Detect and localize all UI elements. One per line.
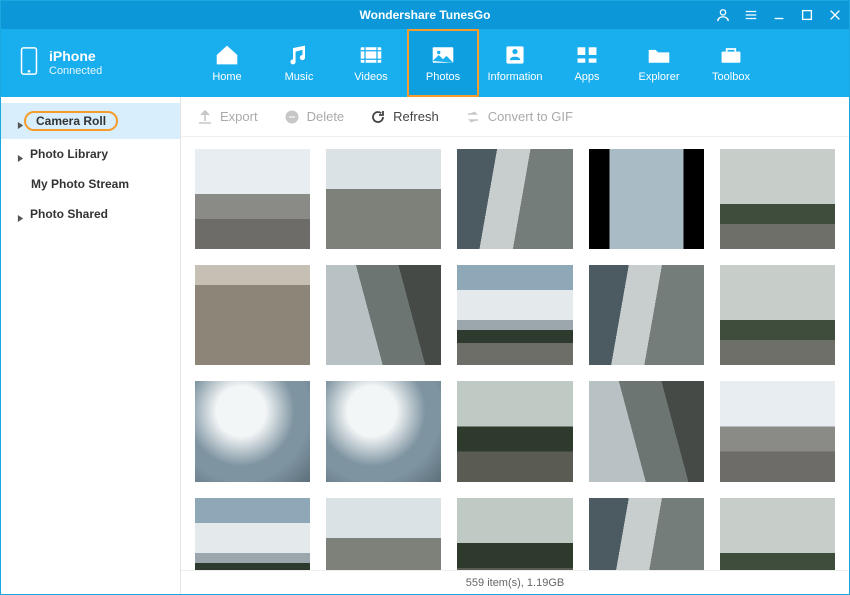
photo-thumbnail[interactable] xyxy=(195,498,310,570)
nav-tabs: Home Music Videos Photos Information App… xyxy=(181,29,849,97)
explorer-icon xyxy=(645,43,673,67)
sidebar-item-label: Photo Shared xyxy=(30,207,108,221)
sidebar-item-photo-library[interactable]: Photo Library xyxy=(1,139,180,169)
apps-icon xyxy=(573,43,601,67)
device-name: iPhone xyxy=(49,49,102,64)
tab-photos[interactable]: Photos xyxy=(407,29,479,97)
delete-button[interactable]: Delete xyxy=(284,109,345,125)
tab-label: Home xyxy=(212,71,241,83)
body: Camera Roll Photo Library My Photo Strea… xyxy=(1,97,849,594)
tab-information[interactable]: Information xyxy=(479,29,551,97)
photo-thumbnail[interactable] xyxy=(589,265,704,365)
chevron-right-icon xyxy=(17,118,24,125)
thumbnail-grid xyxy=(195,149,835,570)
photo-thumbnail[interactable] xyxy=(720,381,835,481)
home-icon xyxy=(213,43,241,67)
button-label: Export xyxy=(220,109,258,124)
sidebar-item-my-photo-stream[interactable]: My Photo Stream xyxy=(1,169,180,199)
photo-thumbnail[interactable] xyxy=(589,498,704,570)
refresh-button[interactable]: Refresh xyxy=(370,109,439,125)
app-title: Wondershare TunesGo xyxy=(360,8,491,22)
chevron-right-icon xyxy=(17,151,24,158)
convert-icon xyxy=(465,109,481,125)
music-icon xyxy=(285,43,313,67)
titlebar: Wondershare TunesGo xyxy=(1,1,849,29)
top-nav: iPhone Connected Home Music Videos Photo… xyxy=(1,29,849,97)
user-icon[interactable] xyxy=(715,7,731,23)
sidebar-item-photo-shared[interactable]: Photo Shared xyxy=(1,199,180,229)
photo-thumbnail[interactable] xyxy=(457,498,572,570)
thumbnail-grid-wrap xyxy=(181,137,849,570)
photo-thumbnail[interactable] xyxy=(457,381,572,481)
chevron-right-icon xyxy=(17,211,24,218)
photos-icon xyxy=(429,43,457,67)
photo-thumbnail[interactable] xyxy=(720,265,835,365)
refresh-icon xyxy=(370,109,386,125)
sidebar-item-camera-roll[interactable]: Camera Roll xyxy=(1,103,180,139)
main: Export Delete Refresh Convert to GIF xyxy=(181,97,849,594)
convert-gif-button[interactable]: Convert to GIF xyxy=(465,109,573,125)
tab-apps[interactable]: Apps xyxy=(551,29,623,97)
photo-thumbnail[interactable] xyxy=(720,149,835,249)
tab-label: Music xyxy=(285,71,314,83)
tab-explorer[interactable]: Explorer xyxy=(623,29,695,97)
window-controls xyxy=(715,1,843,29)
photo-thumbnail[interactable] xyxy=(195,381,310,481)
close-icon[interactable] xyxy=(827,7,843,23)
status-text: 559 item(s), 1.19GB xyxy=(466,577,564,589)
device-status: Connected xyxy=(49,65,102,77)
photo-thumbnail[interactable] xyxy=(326,381,441,481)
export-button[interactable]: Export xyxy=(197,109,258,125)
photo-thumbnail[interactable] xyxy=(720,498,835,570)
photo-thumbnail[interactable] xyxy=(457,149,572,249)
menu-icon[interactable] xyxy=(743,7,759,23)
photo-thumbnail[interactable] xyxy=(195,265,310,365)
sidebar: Camera Roll Photo Library My Photo Strea… xyxy=(1,97,181,594)
phone-icon xyxy=(19,47,39,80)
tab-label: Apps xyxy=(574,71,599,83)
toolbox-icon xyxy=(717,43,745,67)
photo-thumbnail[interactable] xyxy=(589,381,704,481)
information-icon xyxy=(501,43,529,67)
tab-music[interactable]: Music xyxy=(263,29,335,97)
tab-toolbox[interactable]: Toolbox xyxy=(695,29,767,97)
photo-thumbnail[interactable] xyxy=(326,265,441,365)
device-pane[interactable]: iPhone Connected xyxy=(1,29,181,97)
photo-thumbnail[interactable] xyxy=(457,265,572,365)
button-label: Refresh xyxy=(393,109,439,124)
sidebar-item-label: My Photo Stream xyxy=(31,177,129,191)
button-label: Delete xyxy=(307,109,345,124)
photo-thumbnail[interactable] xyxy=(326,149,441,249)
tab-label: Information xyxy=(487,71,542,83)
photo-thumbnail[interactable] xyxy=(195,149,310,249)
minimize-icon[interactable] xyxy=(771,7,787,23)
status-bar: 559 item(s), 1.19GB xyxy=(181,570,849,594)
button-label: Convert to GIF xyxy=(488,109,573,124)
tab-label: Photos xyxy=(426,71,460,83)
tab-label: Explorer xyxy=(639,71,680,83)
sidebar-item-label: Camera Roll xyxy=(36,114,106,128)
photo-thumbnail[interactable] xyxy=(589,149,704,249)
export-icon xyxy=(197,109,213,125)
tab-videos[interactable]: Videos xyxy=(335,29,407,97)
tab-label: Toolbox xyxy=(712,71,750,83)
videos-icon xyxy=(357,43,385,67)
photo-thumbnail[interactable] xyxy=(326,498,441,570)
tab-home[interactable]: Home xyxy=(191,29,263,97)
sidebar-item-label: Photo Library xyxy=(30,147,108,161)
maximize-icon[interactable] xyxy=(799,7,815,23)
toolbar: Export Delete Refresh Convert to GIF xyxy=(181,97,849,137)
delete-icon xyxy=(284,109,300,125)
tab-label: Videos xyxy=(354,71,387,83)
